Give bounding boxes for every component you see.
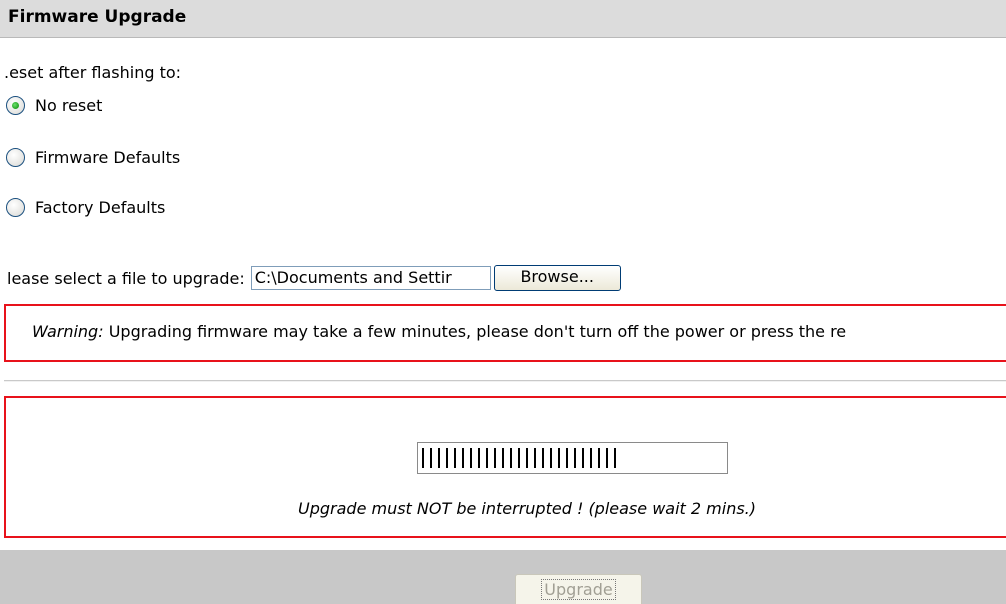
progress-note: Upgrade must NOT be interrupted ! (pleas… [298,499,756,518]
progress-fill [422,448,621,468]
browse-button[interactable]: Browse... [493,265,621,291]
file-select-label: lease select a file to upgrade: [7,268,245,288]
reset-after-flashing-label: .eset after flashing to: [4,63,182,82]
file-path-input[interactable]: C:\Documents and Settir [250,266,491,290]
radio-button-no-reset[interactable] [6,95,25,115]
warning-prefix: Warning: [32,322,104,341]
upgrade-button[interactable]: Upgrade [515,574,642,604]
file-select-row: lease select a file to upgrade: C:\Docum… [0,264,621,292]
progress-box: Upgrade must NOT be interrupted ! (pleas… [4,396,1006,538]
warning-message: Warning: Upgrading firmware may take a f… [32,322,846,341]
radio-button-factory-defaults[interactable] [6,197,25,217]
page-title: Firmware Upgrade [8,7,187,27]
section-header: Firmware Upgrade [0,0,1006,38]
firmware-upgrade-page: Firmware Upgrade .eset after flashing to… [0,0,1006,604]
radio-option-firmware-defaults[interactable]: Firmware Defaults [6,145,180,169]
radio-option-no-reset[interactable]: No reset [6,93,102,117]
radio-option-factory-defaults[interactable]: Factory Defaults [6,195,165,219]
progress-bar [417,442,728,474]
radio-label-firmware-defaults: Firmware Defaults [35,147,181,167]
upgrade-button-label: Upgrade [541,579,616,600]
divider [4,380,1006,382]
warning-box: Warning: Upgrading firmware may take a f… [4,304,1006,362]
footer-bar: Upgrade [0,550,1006,604]
radio-label-factory-defaults: Factory Defaults [35,197,166,217]
radio-label-no-reset: No reset [35,95,103,115]
warning-text: Upgrading firmware may take a few minute… [103,322,847,341]
radio-button-firmware-defaults[interactable] [6,147,25,167]
